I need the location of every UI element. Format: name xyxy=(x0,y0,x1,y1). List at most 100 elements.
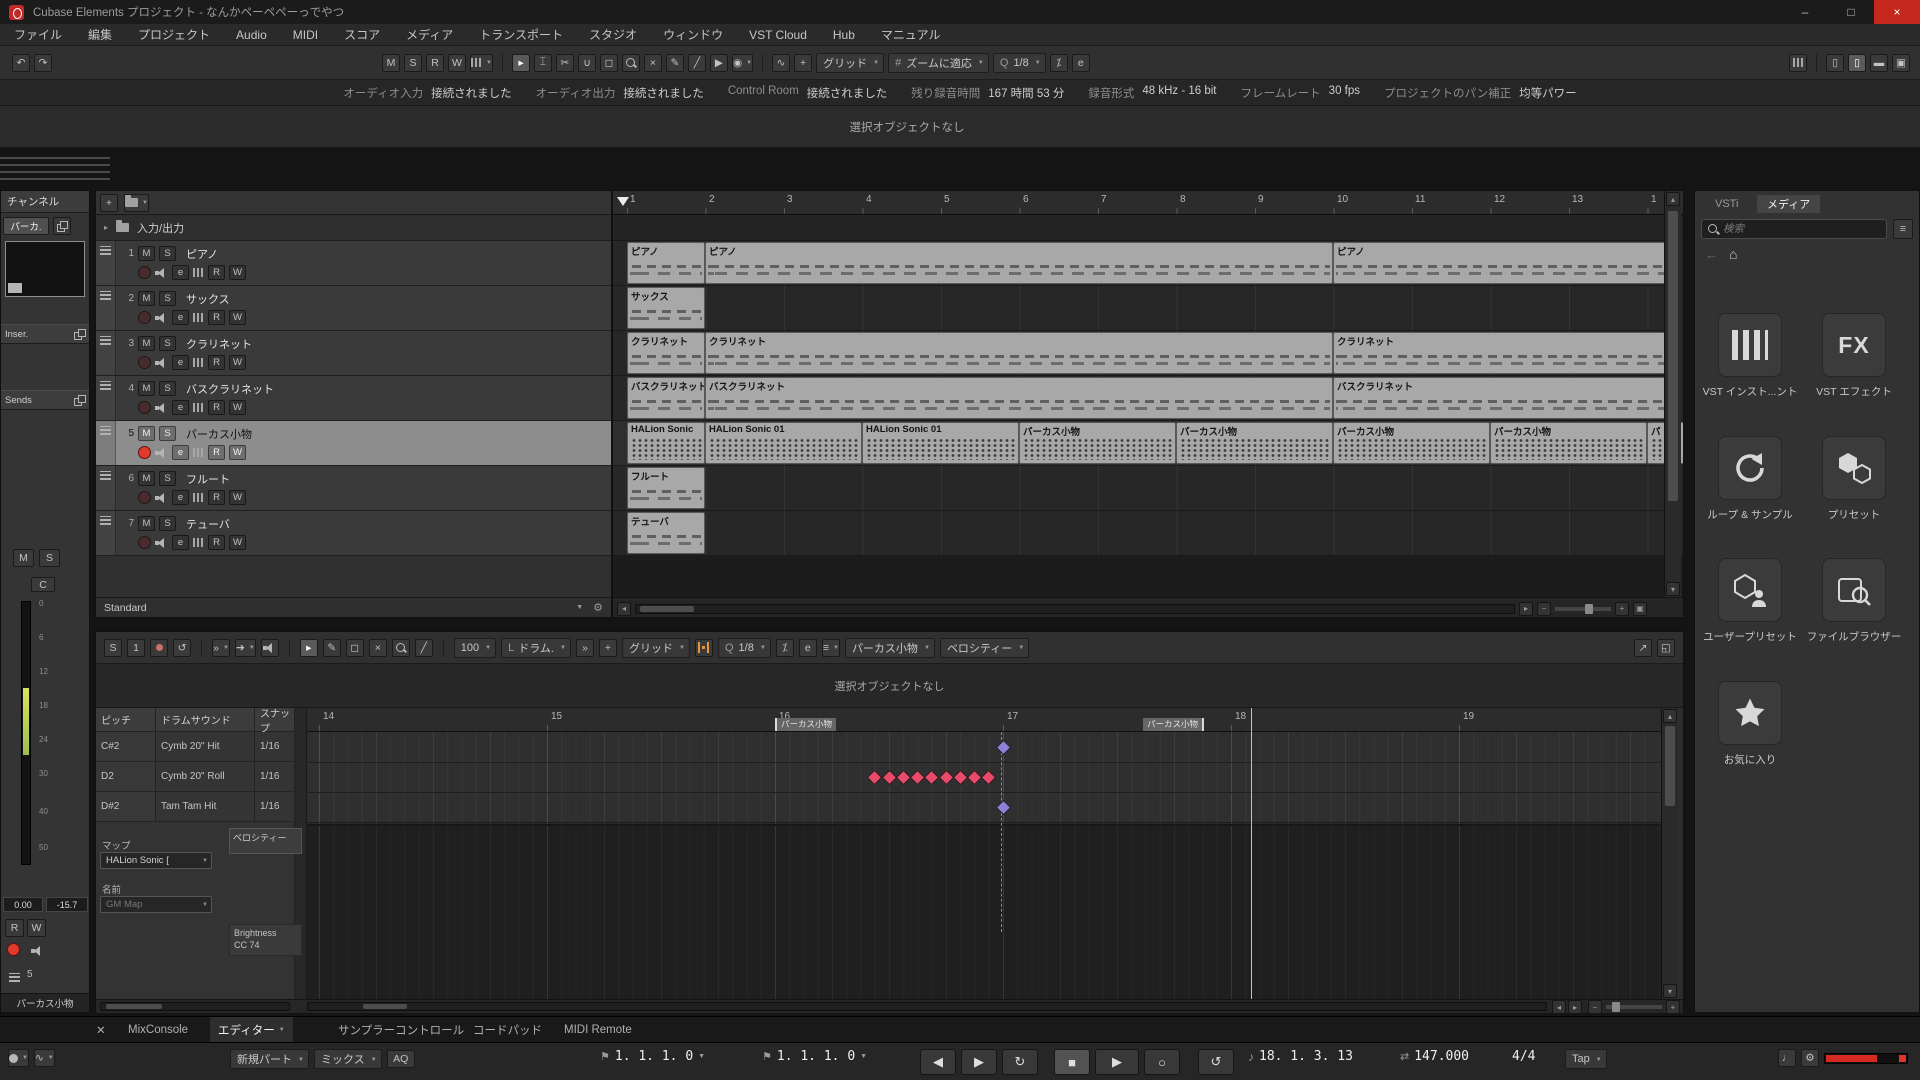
monitor-button[interactable] xyxy=(155,267,168,278)
midi-clip[interactable]: パーカス小物 xyxy=(1176,422,1333,464)
read-automation-button[interactable]: R xyxy=(5,919,24,937)
track-row-clarinet[interactable]: 3 M S クラリネット e R W xyxy=(96,331,611,376)
range-tool-button[interactable]: ⌶ xyxy=(534,54,552,72)
drum-row-snap[interactable]: 1/16 xyxy=(255,732,295,762)
gm-map-select[interactable]: GM Map xyxy=(100,896,212,913)
track-mute-button[interactable]: M xyxy=(138,516,155,531)
transport-setup-button[interactable]: ⚙ xyxy=(1801,1049,1819,1067)
midi-clip[interactable]: バスクラリネット xyxy=(1333,377,1671,419)
scroll-thumb[interactable] xyxy=(640,606,694,612)
write-automation-button[interactable]: W xyxy=(229,490,246,505)
scroll-left-icon[interactable]: ◂ xyxy=(617,602,631,616)
snap-toggle-button[interactable]: ∿ xyxy=(772,54,790,72)
scroll-thumb[interactable] xyxy=(106,1004,162,1009)
draw-tool-button[interactable]: ✎ xyxy=(666,54,684,72)
editor-note-grid[interactable]: 14 15 16 17 18 19 パーカス小物 パーカス小物 xyxy=(307,708,1661,999)
monitor-button[interactable] xyxy=(155,402,168,413)
read-automation-button[interactable]: R xyxy=(208,445,225,460)
record-arm-button[interactable] xyxy=(138,536,151,549)
menu-project[interactable]: プロジェクト xyxy=(138,26,210,43)
retrospective-record-button[interactable]: ↺ xyxy=(173,639,191,657)
edit-channel-button[interactable]: e xyxy=(172,490,189,505)
menu-studio[interactable]: スタジオ xyxy=(589,26,637,43)
scroll-right-icon[interactable]: ▸ xyxy=(1568,1000,1582,1014)
menu-file[interactable]: ファイル xyxy=(14,26,62,43)
open-in-window-button[interactable]: ↗ xyxy=(1634,639,1652,657)
arrange-lane-piano[interactable]: ピアノ ピアノ ピアノ xyxy=(613,241,1684,286)
instrument-icon[interactable] xyxy=(193,268,204,277)
part-end-marker[interactable]: パーカス小物 xyxy=(1143,718,1204,731)
folder-lane[interactable] xyxy=(613,215,1684,241)
scroll-thumb[interactable] xyxy=(363,1004,407,1009)
track-row-tuba[interactable]: 7 M S テューバ e R W xyxy=(96,511,611,556)
zoom-grid-dropdown[interactable]: #ズームに適応 xyxy=(888,53,989,73)
sends-section[interactable]: Sends xyxy=(1,390,89,410)
arrange-ruler[interactable]: 1 2 3 4 5 6 7 8 9 10 11 12 13 1 xyxy=(613,191,1684,215)
edit-channel-button[interactable]: e xyxy=(172,355,189,370)
event-colors-dropdown[interactable]: ≡ xyxy=(822,639,840,657)
track-preset-bar[interactable]: Standard ▼ ⚙ xyxy=(96,597,611,617)
editor-ruler[interactable]: 14 15 16 17 18 19 パーカス小物 パーカス小物 xyxy=(307,708,1661,732)
setup-toolbar-button[interactable] xyxy=(1789,54,1807,72)
track-handle[interactable] xyxy=(96,466,116,510)
quantize-dropdown[interactable]: Q1/8 xyxy=(993,53,1046,73)
media-tile-file-browser[interactable]: ファイルブラウザー xyxy=(1805,558,1903,644)
solo-editor-button[interactable]: S xyxy=(104,639,122,657)
arrange-lane-clarinet[interactable]: クラリネット クラリネット クラリネット xyxy=(613,331,1684,376)
monitor-button[interactable] xyxy=(31,945,44,956)
controller-lane-dropdown[interactable]: ベロシティー xyxy=(940,638,1029,658)
part-start-marker[interactable]: パーカス小物 xyxy=(775,718,836,731)
channel-strip-display[interactable] xyxy=(5,241,85,297)
tab-vsti[interactable]: VSTi xyxy=(1705,195,1748,213)
play-button[interactable]: ▶ xyxy=(1095,1049,1139,1075)
quantize-panel-button[interactable]: e xyxy=(1072,54,1090,72)
track-mute-button[interactable]: M xyxy=(138,471,155,486)
line-tool-button[interactable]: ╱ xyxy=(415,639,433,657)
drum-row-sound[interactable]: Cymb 20" Roll xyxy=(156,762,255,792)
split-tool-button[interactable]: ✂ xyxy=(556,54,574,72)
punch-in-position[interactable]: 1. 1. 1. 0 xyxy=(615,1049,693,1064)
project-tab-handle[interactable] xyxy=(0,154,110,180)
scroll-thumb[interactable] xyxy=(1668,211,1678,501)
media-tile-user-presets[interactable]: ユーザープリセット xyxy=(1701,558,1799,644)
zoom-in-button[interactable]: + xyxy=(1666,1000,1680,1014)
menu-hub[interactable]: Hub xyxy=(833,28,855,42)
active-part-dropdown[interactable]: パーカス小物 xyxy=(845,638,935,658)
midi-clip[interactable]: パーカス小物 xyxy=(1019,422,1176,464)
menu-edit[interactable]: 編集 xyxy=(88,26,112,43)
write-automation-button[interactable]: W xyxy=(229,445,246,460)
zoom-slider[interactable] xyxy=(1606,1005,1662,1009)
home-button[interactable]: ⌂ xyxy=(1729,246,1737,262)
monitor-button[interactable] xyxy=(155,357,168,368)
folder-track-row[interactable]: ▸ 入力/出力 xyxy=(96,215,611,241)
editor-vertical-scrollbar[interactable]: ▴ ▾ xyxy=(1661,708,1678,999)
track-solo-button[interactable]: S xyxy=(159,471,176,486)
back-button[interactable]: ← xyxy=(1705,247,1718,262)
new-part-dropdown[interactable]: 新規パート xyxy=(230,1049,309,1069)
preset-dropdown-caret[interactable]: ▼ xyxy=(576,604,583,611)
instrument-icon[interactable] xyxy=(193,538,204,547)
edit-channel-button[interactable]: e xyxy=(172,265,189,280)
arrange-lane-sax[interactable]: サックス xyxy=(613,286,1684,331)
read-automation-button[interactable]: R xyxy=(208,310,225,325)
audio-activity-dropdown[interactable] xyxy=(8,1049,29,1067)
scroll-right-icon[interactable]: ▸ xyxy=(1519,602,1533,616)
lower-zone-toggle[interactable]: ▯ xyxy=(1848,54,1866,72)
midi-clip[interactable]: クラリネット xyxy=(1333,332,1671,374)
menu-vst-cloud[interactable]: VST Cloud xyxy=(749,28,807,42)
grid-cross-icon[interactable]: + xyxy=(794,54,812,72)
scroll-track[interactable] xyxy=(635,604,1515,614)
punch-out-caret[interactable]: ▼ xyxy=(860,1053,867,1060)
zoom-slider-thumb[interactable] xyxy=(1585,604,1593,614)
menu-midi[interactable]: MIDI xyxy=(293,28,318,42)
menu-window[interactable]: ウィンドウ xyxy=(663,26,723,43)
zoom-slider-thumb[interactable] xyxy=(1612,1002,1620,1012)
scroll-down-icon[interactable]: ▾ xyxy=(1666,582,1680,596)
midi-clip[interactable]: フルート xyxy=(627,467,705,509)
drum-row-snap[interactable]: 1/16 xyxy=(255,762,295,792)
read-automation-button[interactable]: R xyxy=(208,265,225,280)
write-automation-button[interactable]: W xyxy=(27,919,46,937)
tab-mixconsole[interactable]: MixConsole xyxy=(120,1017,196,1043)
edit-channel-button[interactable]: e xyxy=(172,400,189,415)
glue-tool-button[interactable]: ∪ xyxy=(578,54,596,72)
